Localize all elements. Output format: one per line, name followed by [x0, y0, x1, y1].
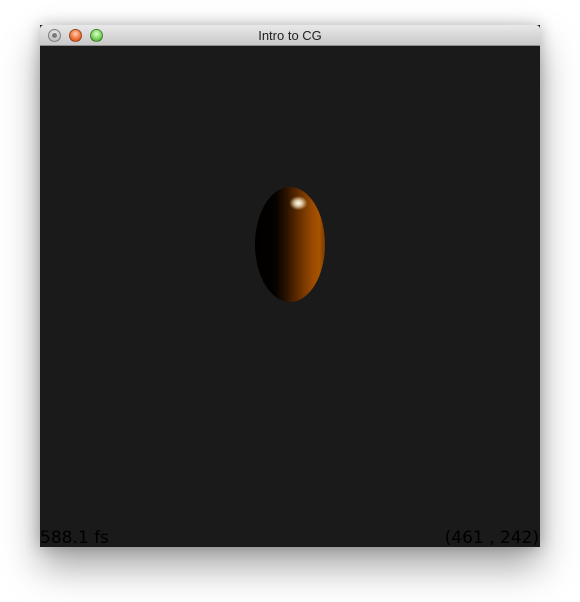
- shaded-ellipsoid: [255, 187, 325, 302]
- window-title: Intro to CG: [258, 28, 322, 43]
- fps-counter: 588.1 fs: [40, 528, 109, 547]
- mouse-coordinates: (461 , 242): [444, 528, 539, 547]
- app-window: Intro to CG 588.1 fs (461 , 242): [40, 25, 540, 547]
- title-bar[interactable]: Intro to CG: [40, 25, 540, 46]
- render-viewport[interactable]: 588.1 fs (461 , 242): [40, 46, 540, 547]
